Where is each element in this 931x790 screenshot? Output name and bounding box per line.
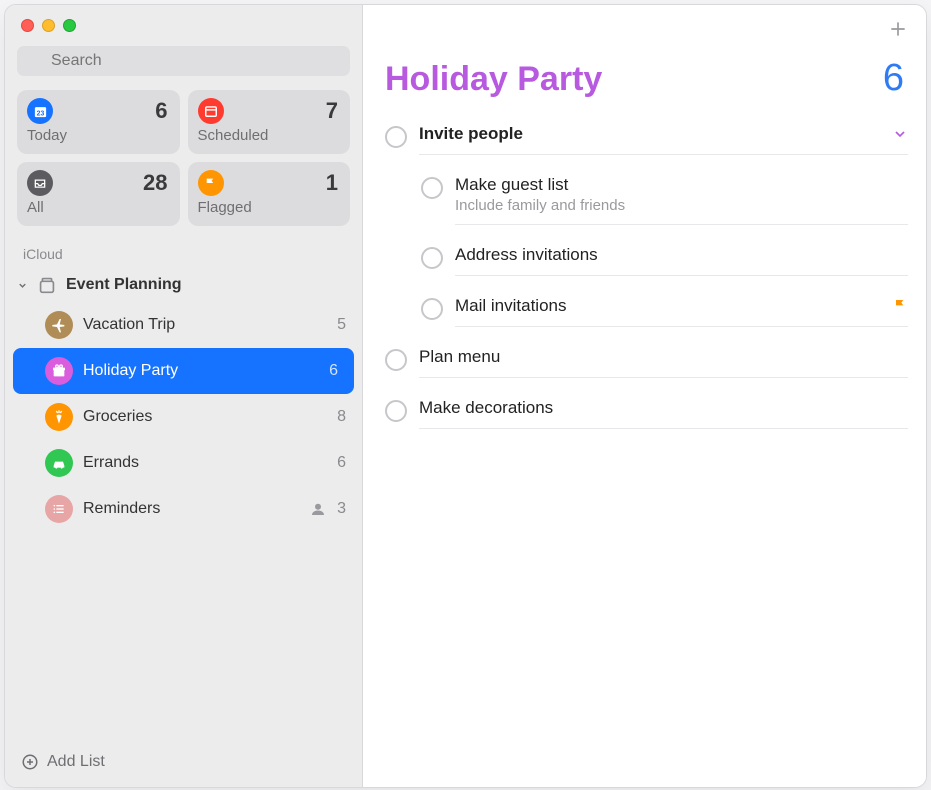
main-content: Holiday Party 6 Invite people Make guest … xyxy=(363,5,926,787)
smart-count: 6 xyxy=(155,98,167,124)
shared-icon xyxy=(309,500,327,518)
complete-checkbox[interactable] xyxy=(385,400,407,422)
window-controls xyxy=(5,5,362,42)
reminder-title[interactable]: Invite people xyxy=(419,124,882,144)
add-list-button[interactable]: Add List xyxy=(5,743,362,781)
account-section-label: iCloud xyxy=(5,226,362,268)
minimize-window-button[interactable] xyxy=(42,19,55,32)
smart-list-all[interactable]: 28 All xyxy=(17,162,180,226)
plus-circle-icon xyxy=(21,753,39,771)
list-count: 8 xyxy=(337,408,346,426)
smart-label: Scheduled xyxy=(198,127,339,144)
reminder-title[interactable]: Mail invitations xyxy=(455,296,882,316)
complete-checkbox[interactable] xyxy=(385,126,407,148)
reminders-list: Invite people Make guest list Include fami… xyxy=(363,110,926,439)
smart-label: Today xyxy=(27,127,168,144)
list-title: Holiday Party xyxy=(385,60,602,99)
add-list-label: Add List xyxy=(47,753,105,771)
reminder-item: Address invitations xyxy=(409,235,926,286)
list-count: 5 xyxy=(337,316,346,334)
sidebar-list-item[interactable]: Errands 6 xyxy=(5,440,362,486)
reminder-subitems: Make guest list Include family and friend… xyxy=(379,165,926,337)
smart-list-today[interactable]: 23 6 Today xyxy=(17,90,180,154)
sidebar: 23 6 Today 7 Scheduled xyxy=(5,5,363,787)
sidebar-lists: Vacation Trip 5 Holiday Party 6 Groceries 8 Er… xyxy=(5,302,362,532)
list-count: 6 xyxy=(329,362,338,380)
smart-label: Flagged xyxy=(198,199,339,216)
smart-label: All xyxy=(27,199,168,216)
calendar-icon: 23 xyxy=(27,98,53,124)
stack-icon xyxy=(36,274,58,296)
close-window-button[interactable] xyxy=(21,19,34,32)
reminder-note: Include family and friends xyxy=(455,197,908,214)
flag-icon xyxy=(198,170,224,196)
chevron-down-icon xyxy=(17,280,28,291)
sidebar-list-item[interactable]: Vacation Trip 5 xyxy=(5,302,362,348)
reminder-item: Mail invitations xyxy=(409,286,926,337)
zoom-window-button[interactable] xyxy=(63,19,76,32)
sidebar-list-item[interactable]: Holiday Party 6 xyxy=(13,348,354,394)
chevron-down-icon[interactable] xyxy=(892,126,908,142)
list-name: Errands xyxy=(83,454,327,472)
reminder-item: Invite people xyxy=(379,114,926,165)
reminder-title[interactable]: Make guest list xyxy=(455,175,908,195)
search-container xyxy=(5,42,362,90)
list-name: Holiday Party xyxy=(83,362,319,380)
smart-lists-grid: 23 6 Today 7 Scheduled xyxy=(5,90,362,226)
carrot-icon xyxy=(45,403,73,431)
complete-checkbox[interactable] xyxy=(385,349,407,371)
smart-list-flagged[interactable]: 1 Flagged xyxy=(188,162,351,226)
flag-icon xyxy=(892,298,908,314)
complete-checkbox[interactable] xyxy=(421,298,443,320)
reminder-item: Plan menu xyxy=(379,337,926,388)
group-event-planning[interactable]: Event Planning xyxy=(5,268,362,302)
reminder-title[interactable]: Plan menu xyxy=(419,347,908,367)
smart-list-scheduled[interactable]: 7 Scheduled xyxy=(188,90,351,154)
list-count: 3 xyxy=(337,500,346,518)
tray-icon xyxy=(27,170,53,196)
sidebar-list-item[interactable]: Reminders 3 xyxy=(5,486,362,532)
list-icon xyxy=(45,495,73,523)
group-name: Event Planning xyxy=(66,276,182,294)
list-name: Reminders xyxy=(83,500,299,518)
list-header: Holiday Party 6 xyxy=(363,39,926,110)
sidebar-list-item[interactable]: Groceries 8 xyxy=(5,394,362,440)
gift-icon xyxy=(45,357,73,385)
reminders-window: 23 6 Today 7 Scheduled xyxy=(4,4,927,788)
list-count: 6 xyxy=(883,57,904,100)
airplane-icon xyxy=(45,311,73,339)
reminder-item: Make decorations xyxy=(379,388,926,439)
main-toolbar xyxy=(363,5,926,39)
list-count: 6 xyxy=(337,454,346,472)
list-name: Groceries xyxy=(83,408,327,426)
complete-checkbox[interactable] xyxy=(421,247,443,269)
add-reminder-button[interactable] xyxy=(888,19,908,39)
calendar-icon xyxy=(198,98,224,124)
complete-checkbox[interactable] xyxy=(421,177,443,199)
reminder-title[interactable]: Address invitations xyxy=(455,245,908,265)
search-input[interactable] xyxy=(17,46,350,76)
list-name: Vacation Trip xyxy=(83,316,327,334)
smart-count: 1 xyxy=(326,170,338,196)
reminder-title[interactable]: Make decorations xyxy=(419,398,908,418)
smart-count: 28 xyxy=(143,170,167,196)
car-icon xyxy=(45,449,73,477)
reminder-item: Make guest list Include family and friend… xyxy=(409,165,926,235)
smart-count: 7 xyxy=(326,98,338,124)
svg-text:23: 23 xyxy=(36,110,44,117)
